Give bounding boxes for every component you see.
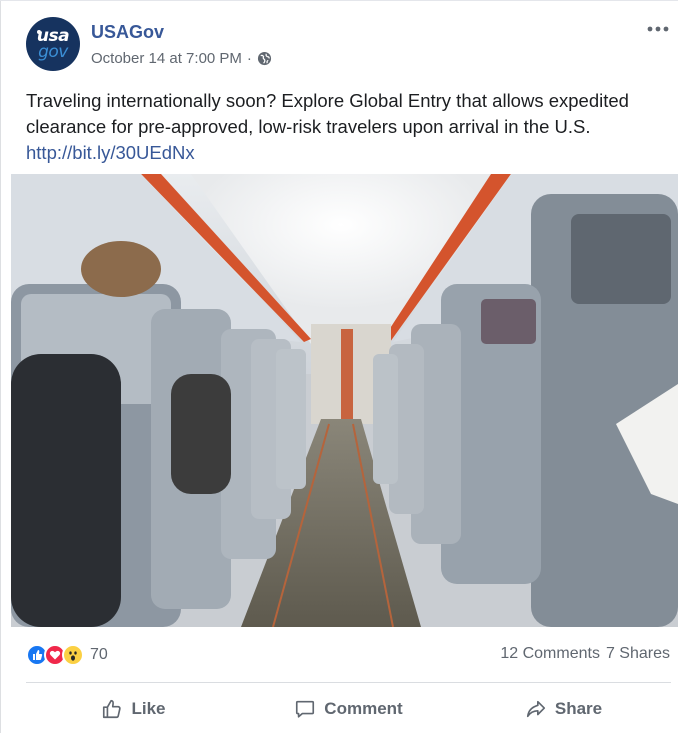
- like-button[interactable]: Like: [26, 688, 241, 730]
- airplane-cabin-photo: [11, 174, 678, 627]
- post-body: Traveling internationally soon? Explore …: [26, 88, 671, 166]
- thumbs-up-icon: [103, 699, 122, 719]
- divider: [26, 682, 671, 683]
- share-arrow-icon: [526, 700, 545, 718]
- card-border: [0, 0, 678, 1]
- post-link[interactable]: http://bit.ly/30UEdNx: [26, 140, 671, 166]
- comment-icon: [296, 700, 315, 718]
- comment-label: Comment: [324, 699, 403, 718]
- facebook-post-card: usa gov USAGov October 14 at 7:00 PM · T…: [0, 0, 678, 733]
- post-text: Traveling internationally soon? Explore …: [26, 90, 629, 137]
- more-options-icon[interactable]: [646, 24, 670, 34]
- share-button[interactable]: Share: [456, 688, 671, 730]
- post-photo[interactable]: [11, 174, 678, 627]
- meta-separator: ·: [246, 50, 252, 67]
- shares-count-link[interactable]: 7 Shares: [606, 645, 670, 663]
- avatar-logo-text: gov: [38, 41, 68, 62]
- share-label: Share: [554, 699, 603, 718]
- like-label: Like: [131, 699, 166, 718]
- engagement-stats: 12 Comments 7 Shares: [500, 645, 670, 663]
- globe-icon[interactable]: [257, 51, 272, 66]
- card-border: [0, 0, 1, 733]
- post-meta: October 14 at 7:00 PM ·: [91, 50, 272, 67]
- comment-button[interactable]: Comment: [241, 688, 456, 730]
- post-action-bar: Like Comment Share: [26, 688, 671, 730]
- page-avatar[interactable]: usa gov: [26, 17, 80, 71]
- reaction-count: 70: [90, 646, 108, 663]
- avatar-star-icon: [37, 30, 41, 34]
- reaction-summary[interactable]: 70: [26, 642, 108, 668]
- page-name-link[interactable]: USAGov: [91, 22, 164, 43]
- comments-count-link[interactable]: 12 Comments: [500, 645, 600, 663]
- wow-reaction-icon: [62, 644, 84, 666]
- post-timestamp[interactable]: October 14 at 7:00 PM: [91, 50, 242, 67]
